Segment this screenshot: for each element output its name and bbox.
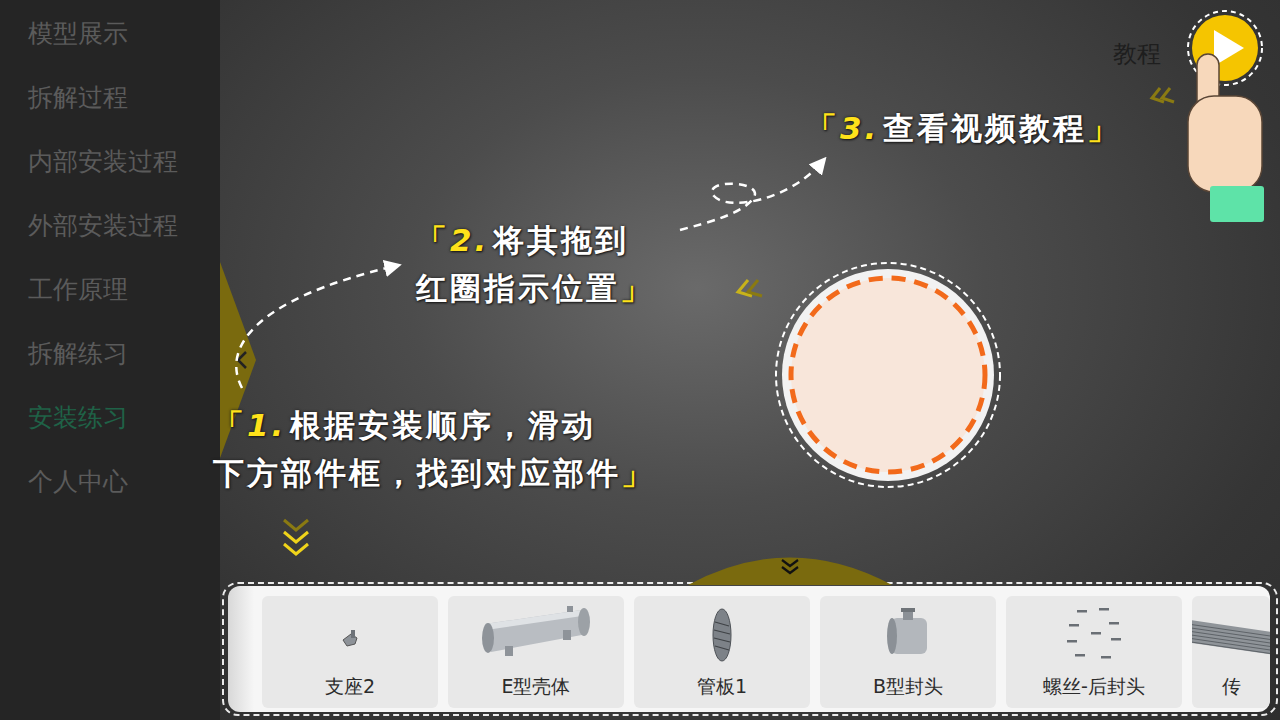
sidebar-item[interactable]: 模型展示 — [0, 1, 220, 65]
part-card[interactable]: 支座2 — [262, 596, 438, 708]
bottom-handle-icon[interactable] — [688, 558, 892, 586]
sidebar-item[interactable]: 工作原理 — [0, 257, 220, 321]
part-label: 支座2 — [325, 674, 375, 700]
part-label: 管板1 — [697, 674, 747, 700]
sidebar-item[interactable]: 个人中心 — [0, 449, 220, 513]
step-text: 「2.将其拖到 — [416, 216, 654, 264]
sidebar-item[interactable]: 安装练习 — [0, 385, 220, 449]
step-text: 下方部件框，找到对应部件」 — [213, 449, 655, 497]
tutorial-step: 「3.查看视频教程」 — [806, 104, 1121, 152]
tube-bundle-icon — [1192, 604, 1270, 666]
part-card[interactable]: 螺丝-后封头 — [1006, 596, 1182, 708]
chevrons-icon — [284, 88, 1174, 554]
tutorial-step: 「2.将其拖到红圈指示位置」 — [416, 216, 654, 312]
target-circle-icon — [776, 263, 1000, 487]
part-card[interactable]: 管板1 — [634, 596, 810, 708]
scene-view: 支座2 E型壳体 管板1 B型封头 螺丝-后封头 传 — [220, 0, 1280, 720]
tutorial-step: 「1.根据安装顺序，滑动下方部件框，找到对应部件」 — [213, 401, 655, 497]
screen: 模型展示拆解过程内部安装过程外部安装过程工作原理拆解练习安装练习个人中心支座2 E… — [0, 0, 1280, 720]
step-text: 「1.根据安装顺序，滑动 — [213, 401, 655, 449]
part-card[interactable]: 传 — [1192, 596, 1270, 708]
shell-icon — [471, 604, 601, 666]
hand-icon — [1188, 54, 1264, 222]
bracket-icon — [285, 604, 415, 666]
step-text: 红圈指示位置」 — [416, 264, 654, 312]
play-button[interactable] — [1188, 11, 1262, 85]
part-label: 螺丝-后封头 — [1043, 674, 1145, 700]
side-handle-icon[interactable] — [220, 262, 256, 458]
tutorial-overlay — [0, 0, 1280, 720]
part-card[interactable]: B型封头 — [820, 596, 996, 708]
part-label: B型封头 — [873, 674, 943, 700]
tube-plate-icon — [657, 604, 787, 666]
step1-arrow-icon — [236, 266, 395, 388]
part-label: 传 — [1222, 674, 1241, 700]
sidebar-item[interactable]: 内部安装过程 — [0, 129, 220, 193]
head-icon — [843, 604, 973, 666]
tutorial-label[interactable]: 教程 — [1113, 38, 1161, 70]
sidebar-item[interactable]: 外部安装过程 — [0, 193, 220, 257]
parts-bar: 支座2 E型壳体 管板1 B型封头 螺丝-后封头 传 — [222, 582, 1278, 716]
sidebar: 模型展示拆解过程内部安装过程外部安装过程工作原理拆解练习安装练习个人中心 — [0, 0, 220, 720]
part-card[interactable]: E型壳体 — [448, 596, 624, 708]
parts-list[interactable]: 支座2 E型壳体 管板1 B型封头 螺丝-后封头 传 — [228, 586, 1270, 712]
screws-icon — [1029, 604, 1159, 666]
part-label: E型壳体 — [501, 674, 570, 700]
step-text: 「3.查看视频教程」 — [806, 104, 1121, 152]
sidebar-item[interactable]: 拆解过程 — [0, 65, 220, 129]
sidebar-item[interactable]: 拆解练习 — [0, 321, 220, 385]
step2-arrow-icon — [680, 162, 822, 230]
